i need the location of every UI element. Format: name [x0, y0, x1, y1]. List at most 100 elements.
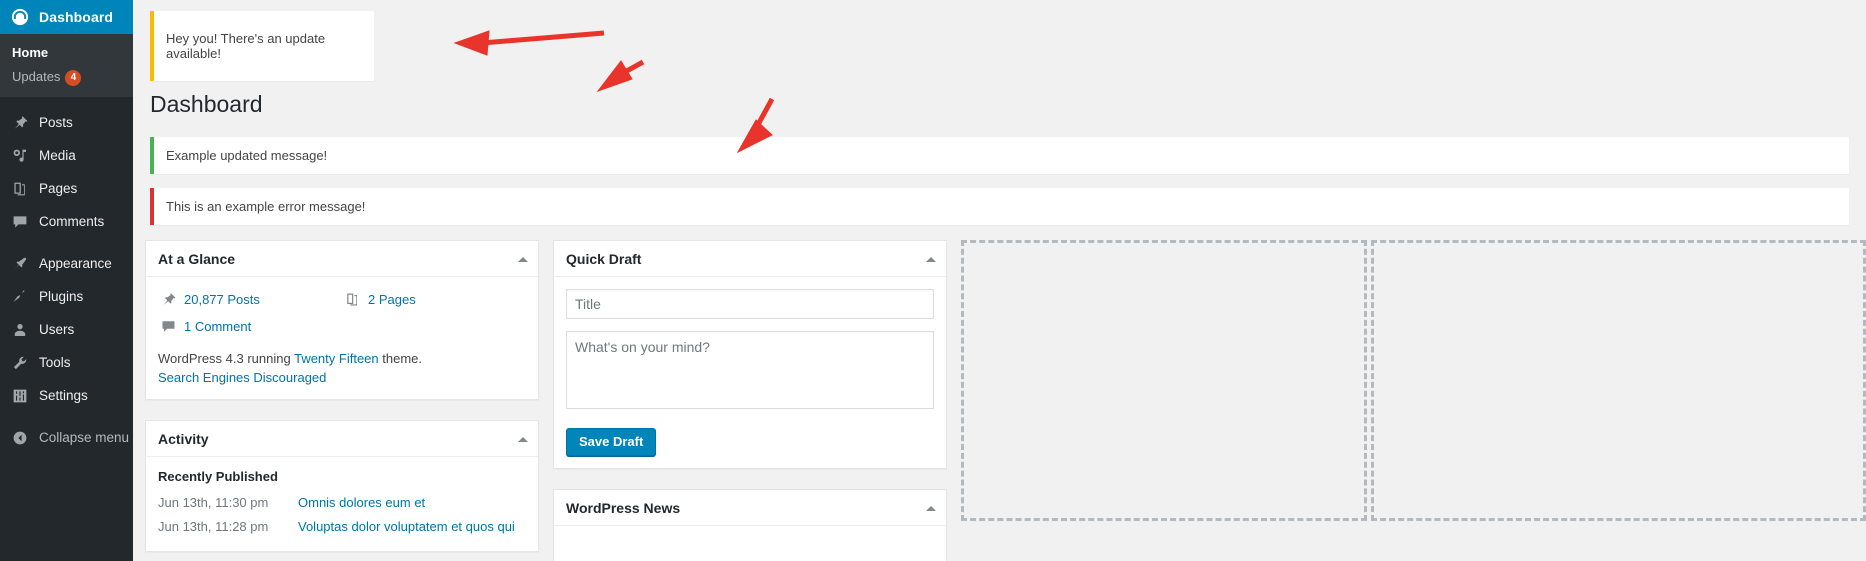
- glance-stat-comments: 1 Comment: [158, 316, 342, 336]
- sidebar-item-comments-label: Comments: [39, 214, 105, 229]
- notice-update-available: Hey you! There's an update available!: [150, 11, 374, 81]
- sidebar-item-settings-label: Settings: [39, 388, 88, 403]
- glance-pages-link[interactable]: 2 Pages: [368, 292, 416, 307]
- admin-sidebar: Dashboard Home Updates 4 Posts Media Pag…: [0, 0, 141, 561]
- glance-comments-link[interactable]: 1 Comment: [184, 319, 251, 334]
- sidebar-item-settings[interactable]: Settings: [0, 379, 133, 412]
- quick-draft-title-input[interactable]: [566, 289, 934, 319]
- glance-stats-list: 20,877 Posts 2 Pages 1 Comment: [158, 289, 526, 343]
- widget-quick-draft-body: Save Draft: [554, 277, 946, 468]
- sidebar-brand-label: Dashboard: [39, 9, 114, 25]
- notice-updated: Example updated message!: [150, 137, 1849, 174]
- sidebar-item-users-label: Users: [39, 322, 75, 337]
- comment-icon: [158, 316, 178, 336]
- chevron-up-icon: [518, 257, 528, 262]
- activity-row: Jun 13th, 11:30 pm Omnis dolores eum et: [158, 491, 526, 515]
- activity-row-time: Jun 13th, 11:30 pm: [158, 495, 269, 510]
- glance-theme-link[interactable]: Twenty Fifteen: [294, 351, 379, 366]
- pin-icon: [10, 113, 30, 133]
- widget-drop-placeholder-left[interactable]: [961, 240, 1367, 521]
- widget-activity-body: Recently Published Jun 13th, 11:30 pm Om…: [146, 457, 538, 551]
- media-icon: [10, 146, 30, 166]
- collapse-arrow-icon: [10, 428, 30, 448]
- save-draft-button[interactable]: Save Draft: [566, 428, 657, 456]
- notice-update-text: Hey you! There's an update available!: [166, 31, 326, 61]
- quick-draft-content-input[interactable]: [566, 331, 934, 409]
- sidebar-separator-3: [0, 412, 133, 421]
- chevron-up-icon: [926, 257, 936, 262]
- sidebar-separator-2: [0, 238, 133, 247]
- sidebar-item-pages-label: Pages: [39, 181, 78, 196]
- brush-icon: [10, 254, 30, 274]
- sidebar-item-media[interactable]: Media: [0, 139, 133, 172]
- pin-icon: [158, 289, 178, 309]
- page-title: Dashboard: [150, 91, 263, 117]
- glance-stat-posts: 20,877 Posts: [158, 289, 342, 309]
- chevron-up-icon: [518, 437, 528, 442]
- activity-row-title[interactable]: Omnis dolores eum et: [298, 492, 425, 514]
- widget-activity-header: Activity: [146, 421, 538, 457]
- widget-wordpress-news-title: WordPress News: [566, 500, 681, 516]
- widget-activity-title: Activity: [158, 431, 209, 447]
- widget-at-a-glance: At a Glance 20,877 Posts 2 Pages 1 Comme…: [145, 240, 539, 400]
- glance-version-prefix: WordPress 4.3 running: [158, 351, 295, 366]
- widget-at-a-glance-toggle[interactable]: [516, 252, 530, 266]
- admin-content-area: Hey you! There's an update available! Da…: [133, 0, 1866, 561]
- dashboard-icon: [10, 7, 30, 27]
- widget-quick-draft-toggle[interactable]: [924, 252, 938, 266]
- widget-at-a-glance-body: 20,877 Posts 2 Pages 1 Comment WordPress…: [146, 277, 538, 399]
- sidebar-item-dashboard[interactable]: Dashboard: [0, 0, 141, 34]
- user-icon: [10, 320, 30, 340]
- wrench-icon: [10, 353, 30, 373]
- glance-stat-pages: 2 Pages: [342, 289, 526, 309]
- glance-version-note: WordPress 4.3 running Twenty Fifteen the…: [158, 349, 526, 387]
- sidebar-subitem-updates-label: Updates: [12, 69, 61, 84]
- glance-seo-link[interactable]: Search Engines Discouraged: [158, 368, 526, 387]
- widget-at-a-glance-title: At a Glance: [158, 251, 236, 267]
- notice-error-text: This is an example error message!: [166, 199, 366, 214]
- widget-wordpress-news-header: WordPress News: [554, 490, 946, 526]
- sliders-icon: [10, 386, 30, 406]
- sidebar-item-tools[interactable]: Tools: [0, 346, 133, 379]
- wordpress-admin-screen: Dashboard Home Updates 4 Posts Media Pag…: [0, 0, 1866, 561]
- activity-row-title[interactable]: Voluptas dolor voluptatem et quos qui: [298, 516, 515, 538]
- sidebar-item-plugins[interactable]: Plugins: [0, 280, 133, 313]
- sidebar-subitem-home-label: Home: [12, 45, 49, 60]
- widget-quick-draft-title: Quick Draft: [566, 251, 642, 267]
- sidebar-item-tools-label: Tools: [39, 355, 71, 370]
- glance-posts-link[interactable]: 20,877 Posts: [184, 292, 260, 307]
- widget-at-a-glance-header: At a Glance: [146, 241, 538, 277]
- sidebar-item-posts-label: Posts: [39, 115, 73, 130]
- sidebar-current-arrow: [133, 7, 141, 27]
- sidebar-item-appearance[interactable]: Appearance: [0, 247, 133, 280]
- sidebar-item-pages[interactable]: Pages: [0, 172, 133, 205]
- pages-icon: [10, 179, 30, 199]
- sidebar-item-appearance-label: Appearance: [39, 256, 112, 271]
- sidebar-item-users[interactable]: Users: [0, 313, 133, 346]
- sidebar-item-plugins-label: Plugins: [39, 289, 84, 304]
- sidebar-collapse-label: Collapse menu: [39, 430, 130, 445]
- dashboard-column-1: At a Glance 20,877 Posts 2 Pages 1 Comme…: [145, 240, 539, 561]
- sidebar-subitem-updates[interactable]: Updates 4: [0, 65, 133, 89]
- activity-row: Jun 13th, 11:28 pm Voluptas dolor volupt…: [158, 515, 526, 539]
- widget-drop-placeholder-right[interactable]: [1371, 240, 1866, 521]
- sidebar-item-posts[interactable]: Posts: [0, 106, 133, 139]
- sidebar-submenu: Home Updates 4: [0, 34, 133, 97]
- widget-wordpress-news-toggle[interactable]: [924, 501, 938, 515]
- chevron-up-icon: [926, 506, 936, 511]
- notice-error: This is an example error message!: [150, 188, 1849, 225]
- sidebar-item-comments[interactable]: Comments: [0, 205, 133, 238]
- dashboard-column-4: [1371, 240, 1866, 521]
- sidebar-subitem-home[interactable]: Home: [0, 41, 133, 65]
- dashboard-column-2: Quick Draft Save Draft WordPress News: [553, 240, 947, 561]
- sidebar-item-media-label: Media: [39, 148, 76, 163]
- sidebar-collapse-menu[interactable]: Collapse menu: [0, 421, 133, 454]
- widget-wordpress-news-body: [554, 526, 946, 561]
- widget-quick-draft: Quick Draft Save Draft: [553, 240, 947, 469]
- glance-version-suffix: theme.: [378, 351, 422, 366]
- activity-subhead: Recently Published: [158, 469, 278, 484]
- comment-icon: [10, 212, 30, 232]
- pages-icon: [342, 289, 362, 309]
- widget-activity-toggle[interactable]: [516, 432, 530, 446]
- updates-count-badge: 4: [65, 70, 82, 86]
